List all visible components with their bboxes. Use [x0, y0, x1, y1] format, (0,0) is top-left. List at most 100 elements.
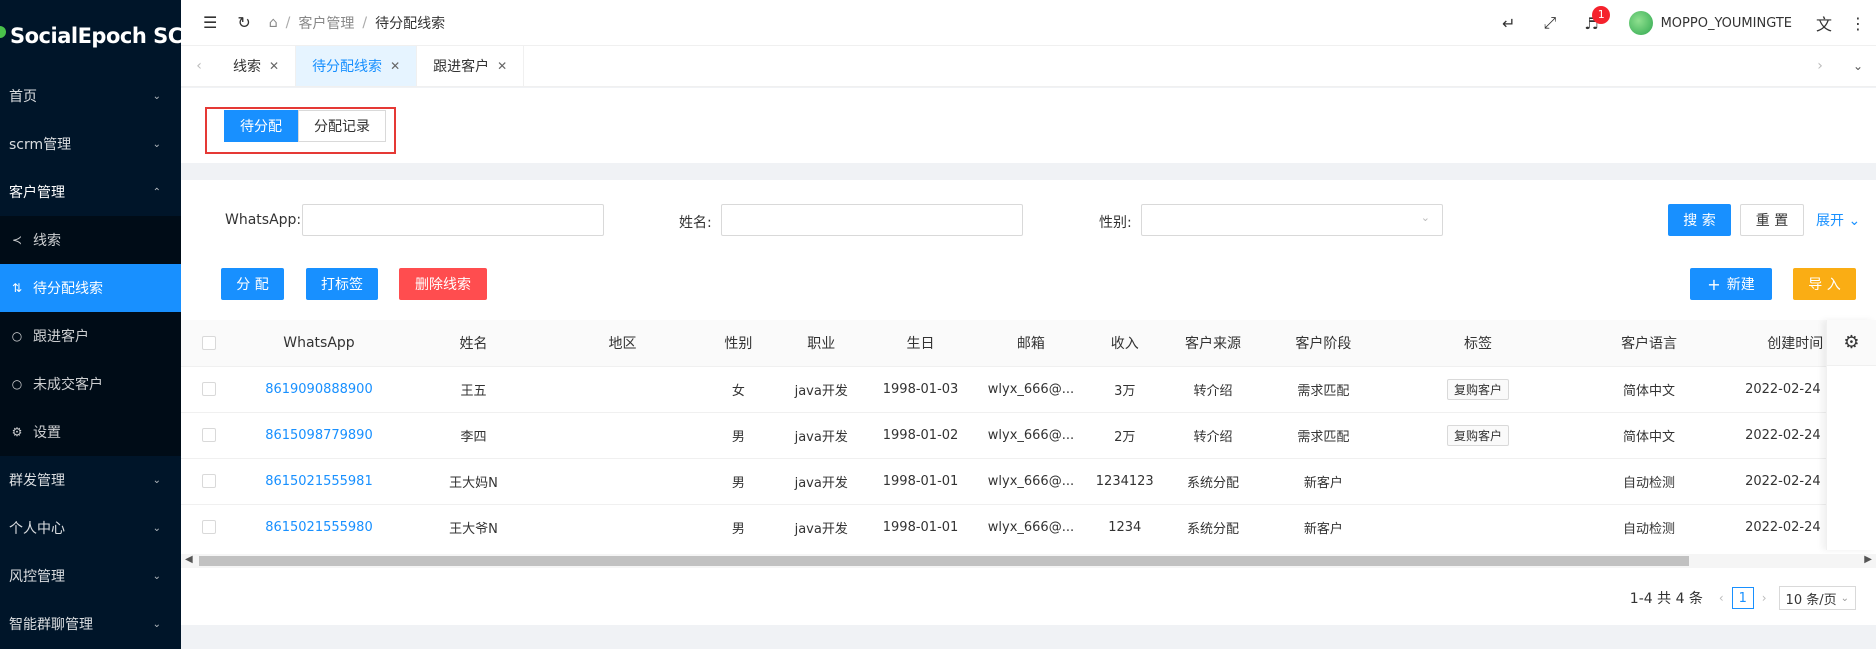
- tag-badge: 复购客户: [1446, 378, 1509, 400]
- tab-leads[interactable]: 线索 ✕: [217, 46, 297, 86]
- refresh-icon[interactable]: ↻: [237, 13, 250, 32]
- close-icon[interactable]: ✕: [390, 59, 400, 73]
- table-row: 8615021555980 王大爷N 男 java开发 1998-01-01 w…: [181, 504, 1876, 550]
- sidebar-item-label: 线索: [33, 233, 61, 249]
- sidebar-item-label: 客户管理: [9, 185, 65, 201]
- column-header: 客户阶段: [1262, 320, 1385, 367]
- sidebar-item-label: 智能群聊管理: [9, 617, 93, 633]
- sidebar-item-label: 群发管理: [9, 473, 65, 489]
- scroll-left-icon[interactable]: ◀: [185, 554, 193, 565]
- username[interactable]: MOPPO_YOUMINGTE: [1661, 16, 1792, 31]
- cell-stage: 新客户: [1262, 458, 1385, 505]
- column-header: 地区: [545, 320, 700, 367]
- more-icon[interactable]: ⋮: [1850, 14, 1866, 33]
- table-row: 8615098779890 李四 男 java开发 1998-01-02 wly…: [181, 412, 1876, 459]
- row-checkbox[interactable]: [201, 520, 216, 534]
- delete-leads-button[interactable]: 删除线索: [399, 268, 487, 300]
- row-checkbox[interactable]: [201, 382, 216, 396]
- cell-stage: 需求匹配: [1262, 412, 1385, 459]
- plus-icon: +: [1707, 274, 1721, 294]
- expand-button[interactable]: 展开 ⌄: [1816, 210, 1860, 230]
- sidebar-item-scrm[interactable]: scrm管理 ⌄: [0, 120, 181, 168]
- reset-button[interactable]: 重 置: [1740, 204, 1804, 236]
- chevron-down-icon: ⌄: [1840, 592, 1849, 604]
- whatsapp-link[interactable]: 8615098779890: [236, 412, 402, 459]
- pending-assign-button[interactable]: 待分配: [224, 110, 298, 142]
- name-input[interactable]: [721, 204, 1023, 236]
- tag-button[interactable]: 打标签: [306, 268, 378, 300]
- home-icon[interactable]: ⌂: [269, 15, 278, 31]
- tabs-scroll-left-icon[interactable]: ‹: [181, 46, 217, 86]
- fullscreen-icon[interactable]: ⤢: [1543, 13, 1556, 33]
- tab-label: 跟进客户: [433, 59, 490, 75]
- tab-pending-leads[interactable]: 待分配线索 ✕: [296, 46, 418, 86]
- breadcrumb-current: 待分配线索: [375, 15, 446, 32]
- sidebar-item-personal-center[interactable]: 个人中心 ⌄: [0, 504, 181, 552]
- page-size-select[interactable]: 10 条/页 ⌄: [1778, 586, 1856, 610]
- exit-icon[interactable]: ↵: [1502, 14, 1515, 33]
- tab-follow-customers[interactable]: 跟进客户 ✕: [417, 46, 525, 86]
- cell-birthday: 1998-01-01: [865, 504, 976, 550]
- prev-page-icon[interactable]: ‹: [1719, 591, 1724, 605]
- sidebar-item-label: 跟进客户: [33, 329, 89, 345]
- gear-icon[interactable]: ⚙: [1827, 320, 1876, 366]
- assign-button[interactable]: 分 配: [221, 268, 284, 300]
- new-label: 新建: [1726, 277, 1755, 293]
- row-checkbox[interactable]: [201, 428, 216, 442]
- user-icon: ○: [11, 377, 23, 391]
- import-button[interactable]: 导 入: [1793, 268, 1856, 300]
- sidebar-item-settings[interactable]: ⚙ 设置: [0, 408, 181, 456]
- whatsapp-link[interactable]: 8619090888900: [236, 366, 402, 413]
- cell-job: java开发: [777, 366, 866, 413]
- column-header: 收入: [1086, 320, 1164, 367]
- row-checkbox[interactable]: [201, 474, 216, 488]
- notification-bell[interactable]: ♬ 1: [1584, 5, 1611, 33]
- sidebar-item-unclosed-customers[interactable]: ○ 未成交客户: [0, 360, 181, 408]
- sidebar-item-home[interactable]: 首页 ⌄: [0, 72, 181, 120]
- avatar[interactable]: [1628, 11, 1653, 35]
- new-button[interactable]: + 新建: [1690, 268, 1772, 300]
- scroll-right-icon[interactable]: ▶: [1864, 554, 1872, 565]
- sidebar-item-mass-messaging[interactable]: 群发管理 ⌄: [0, 456, 181, 504]
- gender-select[interactable]: ⌄: [1141, 204, 1443, 236]
- menu-fold-icon[interactable]: ☰: [203, 13, 217, 32]
- app-logo: SocialEpoch SCRM: [0, 0, 181, 72]
- cell-gender: 男: [699, 504, 778, 550]
- close-icon[interactable]: ✕: [497, 59, 507, 73]
- whatsapp-link[interactable]: 8615021555981: [236, 458, 402, 505]
- cell-region: [545, 504, 700, 550]
- sidebar-item-leads[interactable]: ≺ 线索: [0, 216, 181, 264]
- horizontal-scrollbar[interactable]: ◀ ▶: [181, 554, 1876, 568]
- translate-icon[interactable]: 文: [1816, 11, 1832, 35]
- sidebar-item-risk-control[interactable]: 风控管理 ⌄: [0, 552, 181, 600]
- sidebar-item-follow-customers[interactable]: ○ 跟进客户: [0, 312, 181, 360]
- sidebar-item-label: 首页: [9, 89, 37, 105]
- cell-income: 1234: [1086, 504, 1164, 550]
- tabs-scroll-right-icon[interactable]: ›: [1800, 46, 1840, 86]
- cell-source: 转介绍: [1163, 366, 1263, 413]
- cell-email: wlyx_666@...: [975, 366, 1087, 413]
- sidebar-item-customer-management[interactable]: 客户管理 ⌃: [0, 168, 181, 216]
- cell-birthday: 1998-01-01: [865, 458, 976, 505]
- chevron-down-icon[interactable]: ⌄: [1840, 46, 1876, 86]
- tab-label: 待分配线索: [312, 59, 383, 75]
- column-header: 标签: [1384, 320, 1572, 367]
- cell-region: [545, 412, 700, 459]
- expand-label: 展开: [1816, 213, 1844, 229]
- page-number[interactable]: 1: [1731, 587, 1754, 609]
- assign-records-button[interactable]: 分配记录: [298, 110, 386, 142]
- whatsapp-input[interactable]: [302, 204, 604, 236]
- column-header: 性别: [699, 320, 778, 367]
- whatsapp-link[interactable]: 8615021555980: [236, 504, 402, 550]
- cell-income: 1234123: [1086, 458, 1164, 505]
- next-page-icon[interactable]: ›: [1762, 591, 1767, 605]
- select-all-checkbox[interactable]: [201, 335, 216, 350]
- user-icon: ○: [11, 329, 23, 343]
- scrollbar-thumb[interactable]: [199, 556, 1689, 566]
- search-button[interactable]: 搜 索: [1668, 204, 1731, 236]
- sidebar-item-smart-group-chat[interactable]: 智能群聊管理 ⌄: [0, 600, 181, 648]
- close-icon[interactable]: ✕: [269, 59, 279, 73]
- sidebar-item-pending-leads[interactable]: ⇅ 待分配线索: [0, 264, 181, 312]
- chevron-down-icon: ⌄: [1848, 213, 1861, 229]
- breadcrumb-item[interactable]: 客户管理: [298, 13, 354, 33]
